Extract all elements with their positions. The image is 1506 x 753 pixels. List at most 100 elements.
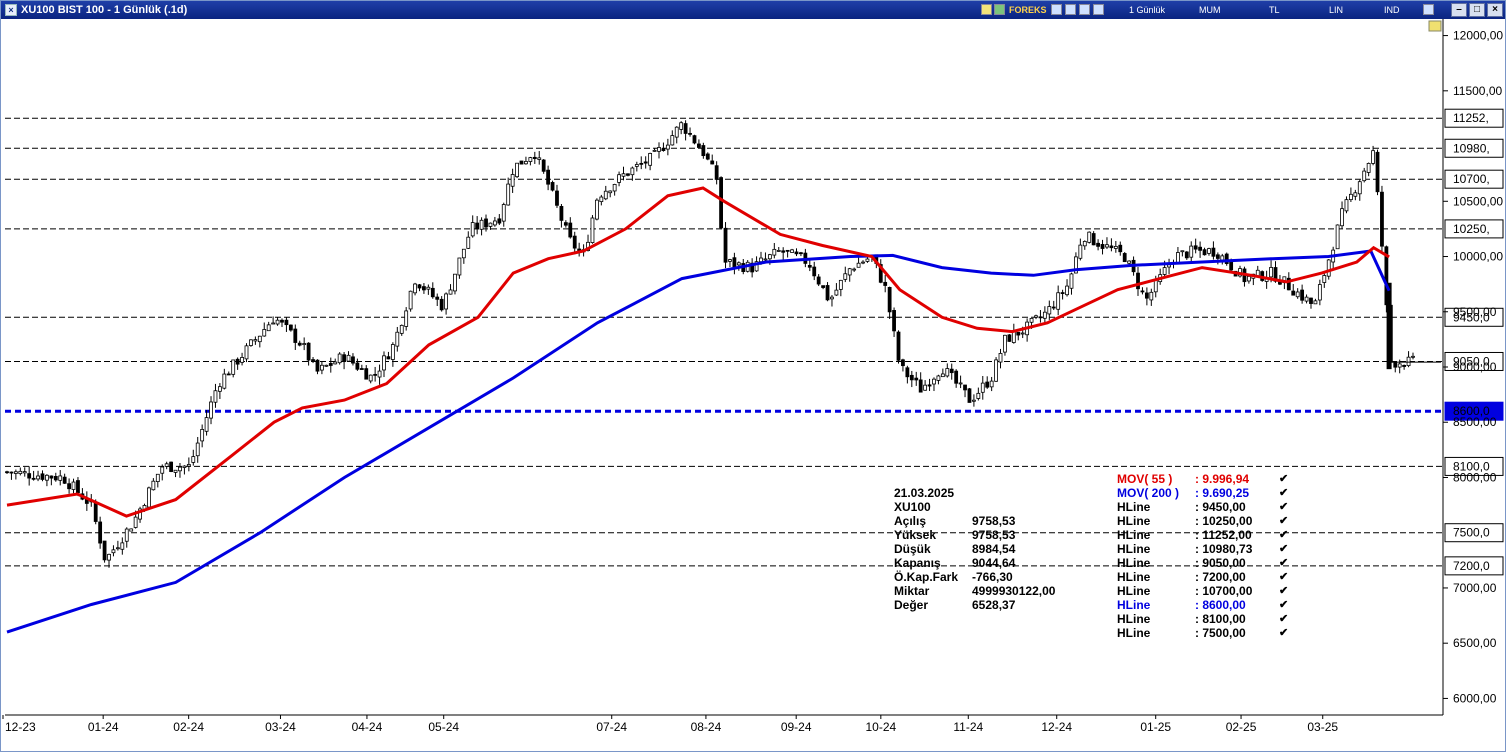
candle[interactable] xyxy=(351,353,355,366)
draw-icon[interactable] xyxy=(1065,4,1076,15)
candle[interactable] xyxy=(1069,272,1074,295)
candle[interactable] xyxy=(182,465,187,475)
candle[interactable] xyxy=(1202,247,1207,256)
candle[interactable] xyxy=(470,215,475,238)
candle[interactable] xyxy=(257,335,262,348)
candle[interactable] xyxy=(160,464,165,481)
checkmark-icon[interactable]: ✔ xyxy=(1279,626,1288,640)
candle[interactable] xyxy=(271,316,276,325)
indicator-row[interactable]: HLine: 9450,00 ✔ xyxy=(1117,500,1297,514)
candle[interactable] xyxy=(444,292,448,315)
candle[interactable] xyxy=(980,376,985,400)
candle[interactable] xyxy=(204,410,209,436)
candle[interactable] xyxy=(528,156,533,166)
candle[interactable] xyxy=(1380,185,1384,254)
candle[interactable] xyxy=(1082,240,1087,250)
candle[interactable] xyxy=(559,204,564,228)
candle[interactable] xyxy=(949,363,954,380)
candle[interactable] xyxy=(705,152,710,161)
candle[interactable] xyxy=(466,231,471,249)
candle[interactable] xyxy=(315,359,320,375)
candle[interactable] xyxy=(98,516,103,549)
candle[interactable] xyxy=(519,160,524,165)
candle[interactable] xyxy=(302,337,307,351)
candle[interactable] xyxy=(9,471,14,480)
candle[interactable] xyxy=(927,378,932,391)
candle[interactable] xyxy=(532,151,537,164)
candle[interactable] xyxy=(674,126,679,144)
candle[interactable] xyxy=(102,540,107,563)
candle[interactable] xyxy=(337,352,342,365)
candle[interactable] xyxy=(683,120,688,141)
candle[interactable] xyxy=(909,370,914,388)
candle[interactable] xyxy=(634,161,639,172)
candle[interactable] xyxy=(515,162,519,179)
candle[interactable] xyxy=(892,307,896,337)
candle[interactable] xyxy=(1144,287,1149,306)
candle[interactable] xyxy=(18,467,23,476)
candle[interactable] xyxy=(1105,237,1109,249)
candle[interactable] xyxy=(599,194,604,206)
candle[interactable] xyxy=(794,248,799,257)
settings-icon[interactable] xyxy=(1423,4,1434,15)
candle[interactable] xyxy=(838,279,843,297)
candle[interactable] xyxy=(1122,252,1127,263)
candle[interactable] xyxy=(1220,253,1225,265)
candle[interactable] xyxy=(293,324,298,350)
candle[interactable] xyxy=(439,296,444,312)
candle[interactable] xyxy=(639,156,644,170)
candle[interactable] xyxy=(1091,231,1096,246)
checkmark-icon[interactable]: ✔ xyxy=(1279,542,1288,556)
checkmark-icon[interactable]: ✔ xyxy=(1279,570,1288,584)
candle[interactable] xyxy=(612,183,617,196)
candle[interactable] xyxy=(954,369,959,388)
candle[interactable] xyxy=(359,364,364,370)
candle[interactable] xyxy=(1211,241,1216,260)
scale-selector[interactable]: LIN xyxy=(1329,5,1343,15)
candle[interactable] xyxy=(1362,167,1367,183)
candle[interactable] xyxy=(1224,252,1229,266)
candle[interactable] xyxy=(630,166,635,181)
minimize-button[interactable]: – xyxy=(1451,3,1467,17)
candle[interactable] xyxy=(178,462,182,478)
candle[interactable] xyxy=(714,161,719,185)
candle[interactable] xyxy=(1242,266,1247,287)
candle[interactable] xyxy=(147,486,151,508)
candle[interactable] xyxy=(209,396,213,425)
candle[interactable] xyxy=(328,357,333,373)
candle[interactable] xyxy=(1295,288,1300,299)
candle[interactable] xyxy=(129,528,134,532)
candle[interactable] xyxy=(22,467,27,477)
candle[interactable] xyxy=(719,176,723,230)
candle[interactable] xyxy=(883,274,888,293)
candle[interactable] xyxy=(373,366,378,382)
candle[interactable] xyxy=(173,469,178,478)
candle[interactable] xyxy=(226,371,231,376)
candle[interactable] xyxy=(1313,298,1318,305)
candle[interactable] xyxy=(191,449,196,466)
last-candle[interactable] xyxy=(1386,282,1392,370)
candle[interactable] xyxy=(568,217,573,239)
candle[interactable] xyxy=(320,361,324,375)
candle[interactable] xyxy=(852,267,857,272)
candle[interactable] xyxy=(84,491,89,511)
candle[interactable] xyxy=(1118,241,1123,256)
candle[interactable] xyxy=(905,365,910,384)
candle[interactable] xyxy=(1176,246,1180,265)
candle[interactable] xyxy=(1136,267,1140,296)
candle[interactable] xyxy=(368,374,373,384)
period-selector[interactable]: 1 Günlük xyxy=(1129,5,1165,15)
price-chart[interactable]: 11252,10980,10700,10250,9450,09050,08600… xyxy=(1,19,1506,753)
candle[interactable] xyxy=(186,457,191,472)
symbol-icon[interactable] xyxy=(981,4,992,15)
indicator-row[interactable]: HLine: 8100,00 ✔ xyxy=(1117,612,1297,626)
candle[interactable] xyxy=(572,231,577,255)
indicator-row[interactable]: MOV( 55 ): 9.996,94 ✔ xyxy=(1117,472,1297,486)
candle[interactable] xyxy=(1309,297,1313,309)
candle[interactable] xyxy=(1025,318,1030,342)
candle[interactable] xyxy=(5,470,9,474)
candle[interactable] xyxy=(1109,238,1114,252)
candle[interactable] xyxy=(479,217,484,236)
candle[interactable] xyxy=(58,470,63,486)
candle[interactable] xyxy=(1238,265,1242,278)
